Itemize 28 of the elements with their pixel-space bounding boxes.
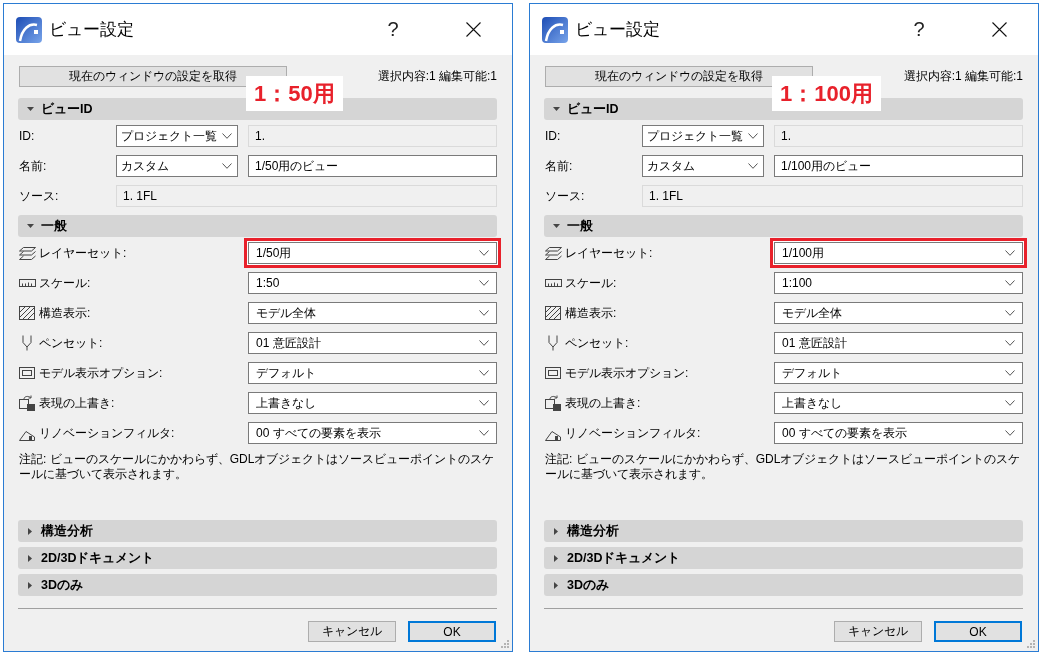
field-label: モデル表示オプション: bbox=[39, 364, 163, 382]
field-label: ペンセット: bbox=[565, 334, 629, 352]
field-label: ペンセット: bbox=[39, 334, 103, 352]
field-label: ID: bbox=[19, 129, 35, 143]
note-text: 注記: ビューのスケールにかかわらず、GDLオブジェクトはソースビューポイントのスケールに基づいて表示されます。 bbox=[544, 452, 1022, 482]
selection-info: 選択内容:1 編集可能:1 bbox=[377, 68, 497, 85]
field-label: 構造表示: bbox=[565, 304, 617, 322]
window-title: ビュー設定 bbox=[575, 19, 660, 41]
field-label: ソース: bbox=[19, 187, 59, 205]
field-label: 名前: bbox=[545, 157, 573, 175]
annotation-label: 1：50用 bbox=[246, 76, 343, 111]
field-label: 名前: bbox=[19, 157, 47, 175]
field-label: リノベーションフィルタ: bbox=[565, 424, 701, 442]
field-label: 表現の上書き: bbox=[39, 394, 115, 412]
selection-info: 選択内容:1 編集可能:1 bbox=[903, 68, 1023, 85]
field-label: レイヤーセット: bbox=[39, 244, 127, 262]
annotation-label: 1：100用 bbox=[772, 76, 881, 111]
field-label: スケール: bbox=[565, 274, 617, 292]
window-title: ビュー設定 bbox=[49, 19, 134, 41]
field-label: ソース: bbox=[545, 187, 585, 205]
note-text: 注記: ビューのスケールにかかわらず、GDLオブジェクトはソースビューポイントのスケールに基づいて表示されます。 bbox=[18, 452, 496, 482]
field-label: 表現の上書き: bbox=[565, 394, 641, 412]
field-label: レイヤーセット: bbox=[565, 244, 653, 262]
field-label: スケール: bbox=[39, 274, 91, 292]
field-label: リノベーションフィルタ: bbox=[39, 424, 175, 442]
field-label: ID: bbox=[545, 129, 561, 143]
field-label: モデル表示オプション: bbox=[565, 364, 689, 382]
field-label: 構造表示: bbox=[39, 304, 91, 322]
